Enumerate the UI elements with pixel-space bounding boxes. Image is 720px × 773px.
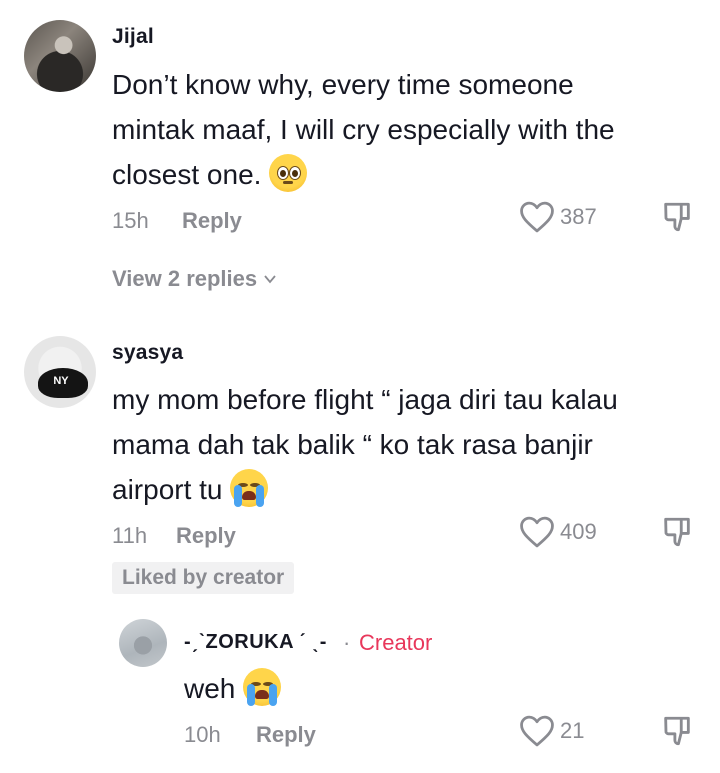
- reply-username[interactable]: -ˏˋZORUKA ˊ ˎ-: [184, 631, 327, 654]
- reply-button[interactable]: Reply: [256, 722, 316, 748]
- comment-text-line: airport tu: [112, 474, 223, 505]
- comment-username[interactable]: Jijal: [112, 25, 154, 49]
- heart-icon[interactable]: [518, 515, 556, 549]
- comment-timestamp: 11h: [112, 523, 148, 548]
- loudly-crying-face-emoji: [230, 469, 269, 507]
- comment-text-line: my mom before flight “ jaga diri tau kal…: [112, 384, 618, 415]
- like-count: 409: [560, 519, 597, 544]
- chevron-down-icon: [264, 275, 276, 284]
- separator-dot: ·: [343, 630, 351, 655]
- heart-icon[interactable]: [518, 200, 556, 234]
- avatar[interactable]: [119, 619, 167, 667]
- reply-text-line: weh: [184, 673, 236, 704]
- heart-icon[interactable]: [518, 714, 556, 748]
- like-button[interactable]: 387: [518, 200, 597, 234]
- cap-logo-icon: NY: [53, 375, 69, 387]
- avatar[interactable]: [24, 20, 96, 92]
- comment-text-last: airport tu: [112, 467, 269, 512]
- like-count: 387: [560, 204, 597, 229]
- dislike-icon[interactable]: [660, 515, 694, 549]
- liked-by-creator-badge: Liked by creator: [112, 562, 295, 594]
- pleading-face-emoji: [269, 154, 308, 192]
- comment-username[interactable]: syasya: [112, 341, 183, 365]
- creator-label: Creator: [359, 630, 433, 655]
- comment-text-last: closest one.: [112, 152, 308, 197]
- comment-text-line: closest one.: [112, 159, 262, 190]
- loudly-crying-face-emoji: [243, 668, 282, 706]
- comment-text-line: Don’t know why, every time someone: [112, 69, 574, 100]
- like-count: 21: [560, 718, 585, 743]
- like-button[interactable]: 21: [518, 714, 584, 748]
- reply-text: weh: [184, 666, 282, 711]
- reply-button[interactable]: Reply: [182, 208, 242, 234]
- avatar[interactable]: NY: [24, 336, 96, 408]
- reply-button[interactable]: Reply: [176, 523, 236, 549]
- reply-timestamp: 10h: [184, 722, 221, 747]
- comment-text-line: mintak maaf, I will cry especially with …: [112, 114, 615, 145]
- like-button[interactable]: 409: [518, 515, 597, 549]
- comment-timestamp: 15h: [112, 208, 149, 233]
- dislike-icon[interactable]: [660, 200, 694, 234]
- view-replies-button[interactable]: View 2 replies: [112, 266, 277, 292]
- comment-text-line: mama dah tak balik “ ko tak rasa banjir: [112, 429, 593, 460]
- view-replies-label: View 2 replies: [112, 266, 258, 291]
- dislike-icon[interactable]: [660, 714, 694, 748]
